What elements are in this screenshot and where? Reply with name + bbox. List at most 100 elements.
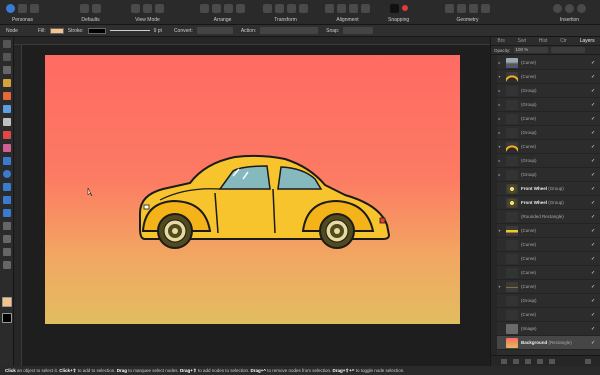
- layer-visibility-check-icon[interactable]: ✓: [591, 326, 597, 332]
- view-mode-group[interactable]: View Mode: [131, 1, 164, 23]
- snapping-status-icon[interactable]: [401, 5, 408, 11]
- rounded-rect-tool-icon[interactable]: [3, 183, 11, 191]
- arrange-group[interactable]: Arrange: [200, 1, 245, 23]
- layer-visibility-check-icon[interactable]: ✓: [591, 88, 597, 94]
- color-picker-icon[interactable]: [3, 131, 11, 139]
- arrange-front-icon[interactable]: [236, 3, 245, 13]
- layer-row[interactable]: ▸ (Curve) ✓: [497, 112, 600, 126]
- layer-visibility-check-icon[interactable]: ✓: [591, 102, 597, 108]
- convert-buttons[interactable]: [196, 27, 233, 34]
- layer-expand-icon[interactable]: ▾: [497, 228, 502, 233]
- snapping-group[interactable]: Snapping: [388, 1, 409, 23]
- rotate-left-icon[interactable]: [287, 3, 296, 13]
- layer-row[interactable]: Front Wheel (Group) ✓: [497, 196, 600, 210]
- layer-expand-icon[interactable]: ▾: [497, 144, 502, 149]
- move-tool-icon[interactable]: [3, 40, 11, 48]
- layer-row[interactable]: ▾ (Curve) ✓: [497, 140, 600, 154]
- intersect-geometry-icon[interactable]: [469, 3, 478, 13]
- layer-visibility-check-icon[interactable]: ✓: [591, 340, 597, 346]
- rear-wheel[interactable]: [319, 213, 355, 249]
- stroke-width-value[interactable]: 9 pt: [154, 28, 162, 34]
- sync-defaults-icon[interactable]: [92, 3, 101, 13]
- layer-row[interactable]: Background (Rectangle) ✓: [497, 336, 600, 350]
- view-mode-icon-2[interactable]: [143, 3, 152, 13]
- rectangle-tool-icon[interactable]: [3, 157, 11, 165]
- defaults-icon[interactable]: [80, 3, 89, 13]
- tab-character[interactable]: Ctr: [560, 38, 567, 44]
- layer-visibility-check-icon[interactable]: ✓: [591, 130, 597, 136]
- text-tool-icon[interactable]: [3, 222, 11, 230]
- layer-row[interactable]: (Rounded Rectangle) ✓: [497, 210, 600, 224]
- export-persona-icon[interactable]: [30, 3, 39, 13]
- layer-row[interactable]: (Image) ✓: [497, 322, 600, 336]
- front-wheel[interactable]: [157, 213, 193, 249]
- personas-group[interactable]: Personas: [6, 1, 39, 23]
- layer-row[interactable]: Front Wheel (Group) ✓: [497, 182, 600, 196]
- layer-visibility-check-icon[interactable]: ✓: [591, 158, 597, 164]
- artboard[interactable]: [45, 55, 460, 324]
- layer-visibility-check-icon[interactable]: ✓: [591, 144, 597, 150]
- fill-tool-icon[interactable]: [3, 105, 11, 113]
- defaults-group[interactable]: Defaults: [80, 1, 101, 23]
- layer-expand-icon[interactable]: ▸: [497, 130, 502, 135]
- insert-top-icon[interactable]: [565, 3, 574, 13]
- layer-row[interactable]: (Curve) ✓: [497, 252, 600, 266]
- geometry-group[interactable]: Geometry: [445, 1, 490, 23]
- layer-expand-icon[interactable]: ▸: [497, 88, 502, 93]
- layer-visibility-check-icon[interactable]: ✓: [591, 228, 597, 234]
- crop-tool-icon[interactable]: [3, 144, 11, 152]
- layer-visibility-check-icon[interactable]: ✓: [591, 242, 597, 248]
- group-layer-icon[interactable]: [549, 359, 555, 364]
- stroke-color-well[interactable]: [2, 313, 12, 323]
- layer-row[interactable]: ▸ (Group) ✓: [497, 126, 600, 140]
- tab-swatches[interactable]: Swt: [518, 38, 526, 44]
- blend-mode-select[interactable]: [550, 47, 585, 53]
- add-geometry-icon[interactable]: [445, 3, 454, 13]
- layer-row[interactable]: ▾ (Curve) ✓: [497, 70, 600, 84]
- ellipse-tool-icon[interactable]: [3, 170, 11, 178]
- layer-row[interactable]: ▸ (Group) ✓: [497, 98, 600, 112]
- align-right-icon[interactable]: [349, 3, 358, 13]
- layer-expand-icon[interactable]: ▸: [497, 116, 502, 121]
- layer-visibility-check-icon[interactable]: ✓: [591, 186, 597, 192]
- snapping-magnet-icon[interactable]: [389, 3, 399, 13]
- layer-visibility-check-icon[interactable]: ✓: [591, 284, 597, 290]
- snap-buttons[interactable]: [343, 27, 374, 34]
- layer-visibility-check-icon[interactable]: ✓: [591, 214, 597, 220]
- layer-expand-icon[interactable]: ▸: [497, 172, 502, 177]
- layer-visibility-check-icon[interactable]: ✓: [591, 116, 597, 122]
- layer-visibility-check-icon[interactable]: ✓: [591, 298, 597, 304]
- pixel-persona-icon[interactable]: [18, 3, 27, 13]
- brush-tool-icon[interactable]: [3, 92, 11, 100]
- triangle-tool-icon[interactable]: [3, 209, 11, 217]
- layer-row[interactable]: ▸ (Group) ✓: [497, 168, 600, 182]
- fill-swatch[interactable]: [49, 27, 64, 34]
- add-layer-icon[interactable]: [501, 359, 507, 364]
- layer-row[interactable]: (Curve) ✓: [497, 266, 600, 280]
- arrange-back-icon[interactable]: [200, 3, 209, 13]
- tab-brushes[interactable]: Brs: [497, 38, 505, 44]
- layer-expand-icon[interactable]: ▸: [497, 102, 502, 107]
- alignment-group[interactable]: Alignment: [325, 1, 370, 23]
- subtract-geometry-icon[interactable]: [457, 3, 466, 13]
- layer-row[interactable]: ▸ (Curve) ✓: [497, 56, 600, 70]
- node-tool-icon[interactable]: [3, 53, 11, 61]
- fill-color-well[interactable]: [2, 297, 12, 307]
- view-mode-icon-3[interactable]: [155, 3, 164, 13]
- tab-history[interactable]: Hist: [539, 38, 548, 44]
- align-center-icon[interactable]: [337, 3, 346, 13]
- effects-icon[interactable]: [537, 359, 543, 364]
- view-mode-icon-1[interactable]: [131, 3, 140, 13]
- layer-visibility-check-icon[interactable]: ✓: [591, 60, 597, 66]
- layer-row[interactable]: (Curve) ✓: [497, 238, 600, 252]
- arrange-backward-icon[interactable]: [212, 3, 221, 13]
- layer-row[interactable]: ▾ (Curve) ✓: [497, 280, 600, 294]
- layer-visibility-check-icon[interactable]: ✓: [591, 200, 597, 206]
- car-illustration[interactable]: [45, 55, 460, 324]
- action-buttons[interactable]: [260, 27, 319, 34]
- shape-tool-icon[interactable]: [3, 196, 11, 204]
- align-top-icon[interactable]: [361, 3, 370, 13]
- pen-tool-icon[interactable]: [3, 66, 11, 74]
- layer-row[interactable]: ▸ (Group) ✓: [497, 154, 600, 168]
- insert-behind-icon[interactable]: [553, 3, 562, 13]
